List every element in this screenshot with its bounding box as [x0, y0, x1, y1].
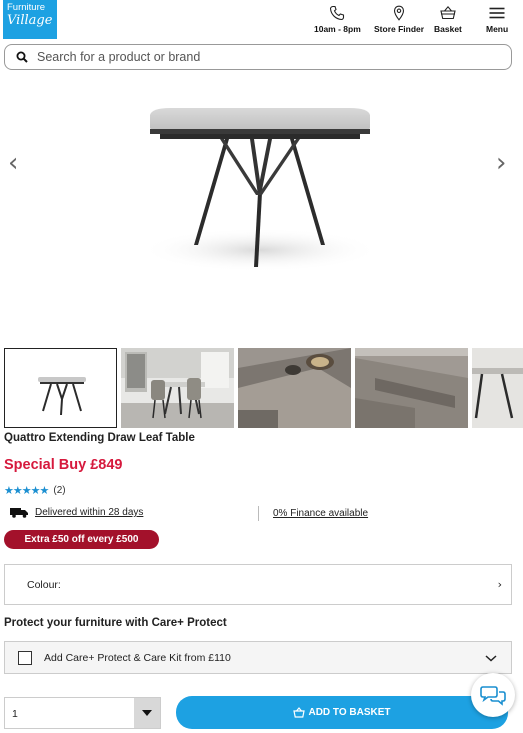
- star-icon: ★: [4, 484, 14, 497]
- search-bar[interactable]: [4, 44, 512, 70]
- add-to-basket-label: ADD TO BASKET: [308, 707, 391, 718]
- thumbnail-1[interactable]: [4, 348, 117, 428]
- hamburger-icon: [489, 7, 505, 19]
- price-label: Special Buy: [4, 457, 87, 473]
- product-title: Quattro Extending Draw Leaf Table: [4, 432, 195, 444]
- star-icon: ★: [21, 484, 32, 497]
- review-count: (2): [53, 485, 66, 496]
- logo-line1: Furniture: [7, 2, 46, 13]
- quantity-dropdown-button[interactable]: [134, 698, 160, 728]
- thumbnail-strip: [4, 348, 523, 428]
- thumbnail-4[interactable]: [355, 348, 468, 428]
- nav-basket-label: Basket: [434, 24, 462, 34]
- brand-logo[interactable]: Furniture Village: [3, 0, 57, 39]
- thumbnail-3[interactable]: [238, 348, 351, 428]
- care-protect-checkbox[interactable]: [18, 650, 32, 665]
- delivery-info[interactable]: Delivered within 28 days: [10, 507, 143, 518]
- thumbnail-2[interactable]: [121, 348, 234, 428]
- star-icon: ★: [39, 484, 50, 497]
- chevron-down-icon: [485, 655, 497, 662]
- star-icon: ★: [12, 484, 23, 497]
- quantity-select[interactable]: 1: [4, 697, 161, 729]
- phone-icon: [330, 5, 345, 21]
- care-protect-option[interactable]: Add Care+ Protect & Care Kit from £110: [4, 641, 512, 674]
- product-main-image: [140, 108, 380, 272]
- protect-heading: Protect your furniture with Care+ Protec…: [4, 617, 227, 629]
- search-icon: [16, 51, 28, 63]
- caret-down-icon: [142, 710, 152, 716]
- chevron-right-icon[interactable]: ›: [496, 150, 506, 176]
- add-to-basket-button[interactable]: ADD TO BASKET: [176, 696, 508, 729]
- site-header: Furniture Village 10am - 8pm Store Finde…: [0, 0, 523, 42]
- colour-label: Colour:: [27, 578, 61, 591]
- delivery-truck-icon: [10, 508, 28, 518]
- nav-store-finder[interactable]: Store Finder: [374, 5, 424, 34]
- care-protect-label: Add Care+ Protect & Care Kit from £110: [44, 651, 231, 664]
- chevron-right-icon: ›: [497, 578, 502, 591]
- logo-line2: Village: [7, 12, 53, 28]
- chat-button[interactable]: [471, 673, 515, 717]
- search-input[interactable]: [37, 50, 477, 64]
- thumbnail-5[interactable]: [472, 348, 523, 428]
- colour-selector[interactable]: Colour: ›: [4, 564, 512, 605]
- basket-icon: [440, 5, 456, 20]
- promo-badge[interactable]: Extra £50 off every £500: [4, 530, 159, 549]
- nav-menu[interactable]: Menu: [486, 5, 508, 34]
- finance-link[interactable]: 0% Finance available: [273, 508, 368, 519]
- nav-hours-label: 10am - 8pm: [314, 24, 361, 34]
- price-value: £849: [90, 457, 123, 473]
- rating[interactable]: ★ ★ ★ ★ ★ (2): [4, 484, 66, 497]
- nav-menu-label: Menu: [486, 24, 509, 34]
- nav-opening-hours[interactable]: 10am - 8pm: [314, 5, 361, 34]
- basket-icon: [293, 707, 306, 718]
- delivery-link[interactable]: Delivered within 28 days: [35, 507, 143, 518]
- nav-basket[interactable]: Basket: [434, 5, 462, 34]
- chat-bubbles-icon: [480, 686, 506, 706]
- divider: [258, 506, 259, 521]
- quantity-value: 1: [12, 708, 18, 720]
- nav-store-label: Store Finder: [374, 24, 425, 34]
- location-pin-icon: [393, 5, 405, 21]
- product-price: Special Buy £849: [4, 457, 123, 473]
- star-icon: ★: [30, 484, 41, 497]
- chevron-left-icon[interactable]: ‹: [8, 150, 18, 176]
